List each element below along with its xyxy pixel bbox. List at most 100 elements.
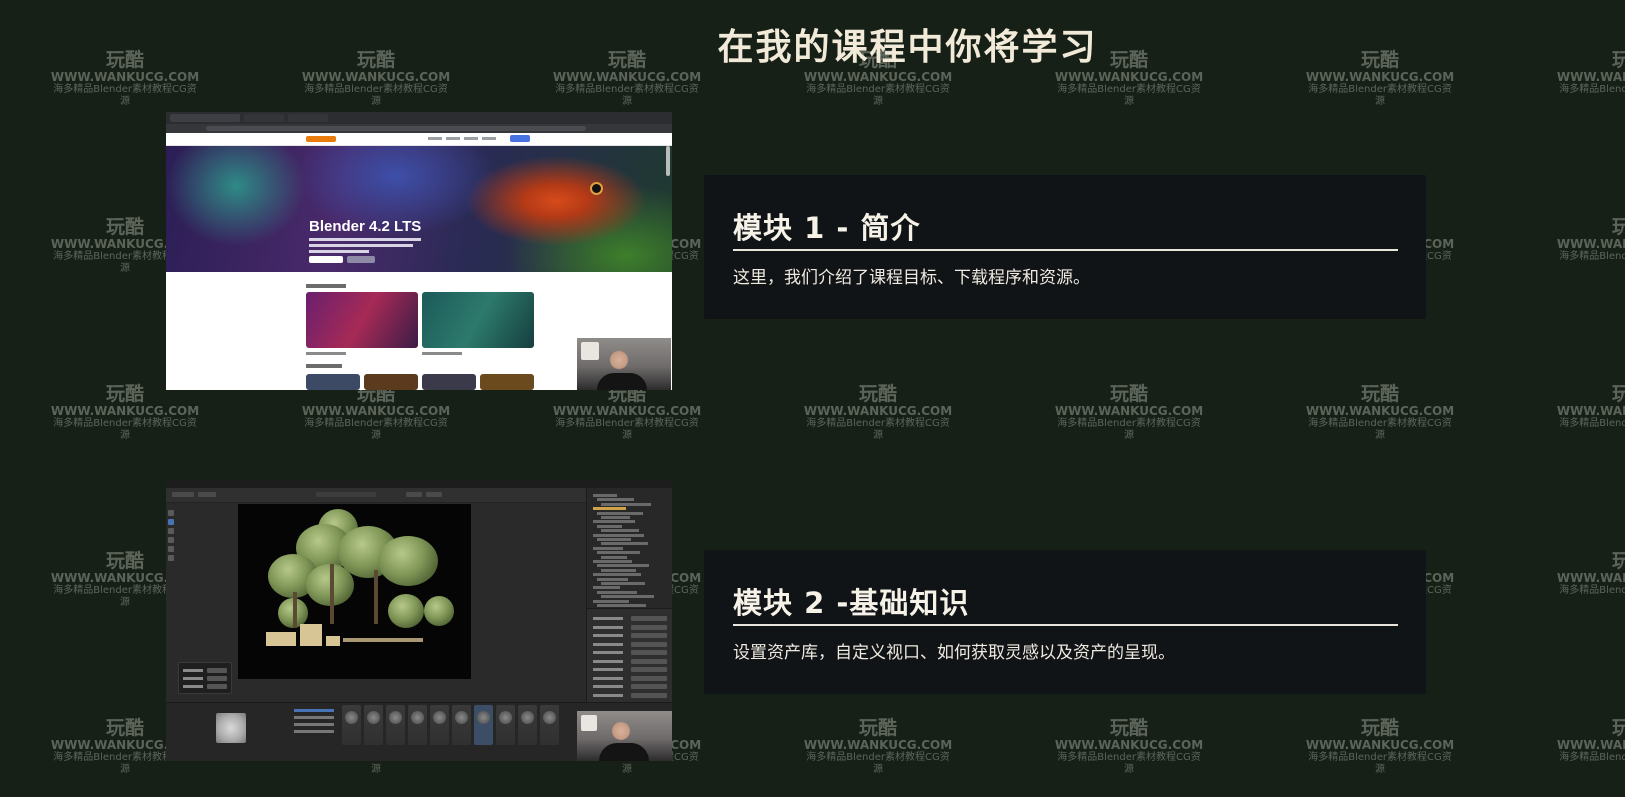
watermark: 玩酷WWW.WANKUCG.COM海多精品Blender素材教程CG资源	[1305, 718, 1455, 776]
blender-viewport	[238, 504, 471, 679]
webcam-overlay-2	[577, 711, 672, 761]
section-title	[306, 284, 346, 288]
blender-tool-shelf	[168, 510, 176, 570]
blender-header-toolbar	[166, 488, 586, 503]
browser-tab-bar	[166, 112, 672, 124]
asset-thumbnail	[408, 705, 427, 745]
watermark-subtitle: 海多精品Blender素材教程CG资源	[1057, 418, 1201, 441]
asset-thumbnail	[452, 705, 471, 745]
module-1-description: 这里，我们介绍了课程目标、下载程序和资源。	[733, 268, 1090, 288]
watermark-logo: 玩酷	[1360, 383, 1399, 405]
module-card-2: 模块 2 -基础知识 设置资产库，自定义视口、如何获取灵感以及资产的呈现。	[704, 550, 1426, 694]
watermark-subtitle: 海多精品Blender素材教程CG资源	[1559, 418, 1625, 429]
asset-thumbnail	[474, 705, 493, 745]
hero-banner: Blender 4.2 LTS	[166, 146, 672, 272]
watermark-subtitle: 海多精品Blender素材教程CG资源	[304, 84, 448, 107]
watermark: 玩酷WWW.WANKUCG.COM海多精品Blender素材教程CG资源	[301, 384, 451, 442]
blender-properties-panel	[586, 608, 672, 704]
watermark-subtitle: 海多精品Blender素材教程CG资源	[1308, 84, 1452, 107]
watermark-logo: 玩酷	[1109, 717, 1148, 739]
watermark: 玩酷WWW.WANKUCG.COM海多精品Blender素材教程CG资源	[552, 384, 702, 442]
watermark-logo: 玩酷	[1611, 216, 1625, 238]
module-1-title: 模块 1 - 简介	[733, 211, 921, 245]
asset-thumbnail	[386, 705, 405, 745]
watermark-url: WWW.WANKUCG.COM	[803, 404, 953, 418]
module-1-screenshot: Blender 4.2 LTS	[166, 112, 672, 390]
watermark-url: WWW.WANKUCG.COM	[803, 70, 953, 84]
watermark-logo: 玩酷	[1611, 717, 1625, 739]
page-title: 在我的课程中你将学习	[717, 27, 1098, 68]
watermark-subtitle: 海多精品Blender素材教程CG资源	[806, 752, 950, 775]
browser-url-bar	[166, 124, 672, 133]
watermark-subtitle: 海多精品Blender素材教程CG资源	[304, 418, 448, 441]
watermark-subtitle: 海多精品Blender素材教程CG资源	[555, 84, 699, 107]
watermark-subtitle: 海多精品Blender素材教程CG资源	[53, 84, 197, 107]
asset-thumbnail	[496, 705, 515, 745]
watermark: 玩酷WWW.WANKUCG.COM海多精品Blender素材教程CG资源	[1556, 217, 1625, 275]
watermark-url: WWW.WANKUCG.COM	[1556, 70, 1625, 84]
watermark-url: WWW.WANKUCG.COM	[552, 70, 702, 84]
download-button-mini	[510, 135, 530, 142]
blender-top-bar	[166, 480, 672, 488]
asset-thumbnail	[342, 705, 361, 745]
blender-popup-panel	[178, 662, 232, 694]
asset-catalog-list	[294, 709, 334, 749]
watermark-url: WWW.WANKUCG.COM	[1305, 738, 1455, 752]
watermark-subtitle: 海多精品Blender素材教程CG资源	[1308, 418, 1452, 441]
watermark-subtitle: 海多精品Blender素材教程CG资源	[1559, 585, 1625, 596]
watermark: 玩酷WWW.WANKUCG.COM海多精品Blender素材教程CG资源	[1054, 718, 1204, 776]
watermark-url: WWW.WANKUCG.COM	[1556, 404, 1625, 418]
watermark-logo: 玩酷	[1360, 717, 1399, 739]
watermark-logo: 玩酷	[1611, 383, 1625, 405]
watermark-url: WWW.WANKUCG.COM	[1054, 404, 1204, 418]
watermark-url: WWW.WANKUCG.COM	[1054, 738, 1204, 752]
site-logo-icon	[306, 136, 336, 142]
watermark-subtitle: 海多精品Blender素材教程CG资源	[806, 418, 950, 441]
watermark-url: WWW.WANKUCG.COM	[552, 404, 702, 418]
asset-thumbnail	[518, 705, 537, 745]
asset-thumbnail	[364, 705, 383, 745]
module-2-description: 设置资产库，自定义视口、如何获取灵感以及资产的呈现。	[733, 643, 1175, 663]
blender-outliner	[586, 488, 672, 608]
asset-thumbnail	[540, 705, 559, 745]
watermark: 玩酷WWW.WANKUCG.COM海多精品Blender素材教程CG资源	[1054, 384, 1204, 442]
watermark-subtitle: 海多精品Blender素材教程CG资源	[1057, 752, 1201, 775]
hero-title: Blender 4.2 LTS	[309, 218, 422, 235]
news-thumb-bcon	[306, 292, 418, 348]
watermark: 玩酷WWW.WANKUCG.COM海多精品Blender素材教程CG资源	[1556, 718, 1625, 776]
watermark-logo: 玩酷	[858, 717, 897, 739]
scrollbar	[666, 146, 670, 176]
watermark-subtitle: 海多精品Blender素材教程CG资源	[555, 418, 699, 441]
news-thumb-annual-report	[422, 292, 534, 348]
watermark-url: WWW.WANKUCG.COM	[1556, 237, 1625, 251]
watermark: 玩酷WWW.WANKUCG.COM海多精品Blender素材教程CG资源	[50, 384, 200, 442]
fish-eye-icon	[590, 182, 603, 195]
watermark-subtitle: 海多精品Blender素材教程CG资源	[1559, 84, 1625, 95]
watermark: 玩酷WWW.WANKUCG.COM海多精品Blender素材教程CG资源	[1556, 551, 1625, 609]
module-2-title: 模块 2 -基础知识	[733, 586, 970, 620]
watermark: 玩酷WWW.WANKUCG.COM海多精品Blender素材教程CG资源	[803, 718, 953, 776]
watermark-url: WWW.WANKUCG.COM	[1556, 571, 1625, 585]
watermark-url: WWW.WANKUCG.COM	[1054, 70, 1204, 84]
watermark: 玩酷WWW.WANKUCG.COM海多精品Blender素材教程CG资源	[1556, 384, 1625, 442]
watermark-subtitle: 海多精品Blender素材教程CG资源	[1559, 752, 1625, 763]
watermark: 玩酷WWW.WANKUCG.COM海多精品Blender素材教程CG资源	[803, 384, 953, 442]
watermark-url: WWW.WANKUCG.COM	[1305, 404, 1455, 418]
watermark-subtitle: 海多精品Blender素材教程CG资源	[1308, 752, 1452, 775]
watermark-url: WWW.WANKUCG.COM	[301, 70, 451, 84]
watermark-url: WWW.WANKUCG.COM	[50, 404, 200, 418]
module-2-divider	[733, 624, 1398, 626]
module-1-divider	[733, 249, 1398, 251]
watermark-logo: 玩酷	[858, 383, 897, 405]
watermark-logo: 玩酷	[1611, 550, 1625, 572]
watermark-subtitle: 海多精品Blender素材教程CG资源	[1057, 84, 1201, 107]
webcam-overlay	[577, 338, 671, 390]
watermark-subtitle: 海多精品Blender素材教程CG资源	[53, 418, 197, 441]
asset-preview	[216, 713, 246, 743]
watermark-subtitle: 海多精品Blender素材教程CG资源	[806, 84, 950, 107]
site-navbar	[166, 133, 672, 146]
watermark-subtitle: 海多精品Blender素材教程CG资源	[1559, 251, 1625, 262]
asset-thumbnail	[430, 705, 449, 745]
studio-section-title	[306, 364, 342, 368]
watermark-url: WWW.WANKUCG.COM	[1305, 70, 1455, 84]
